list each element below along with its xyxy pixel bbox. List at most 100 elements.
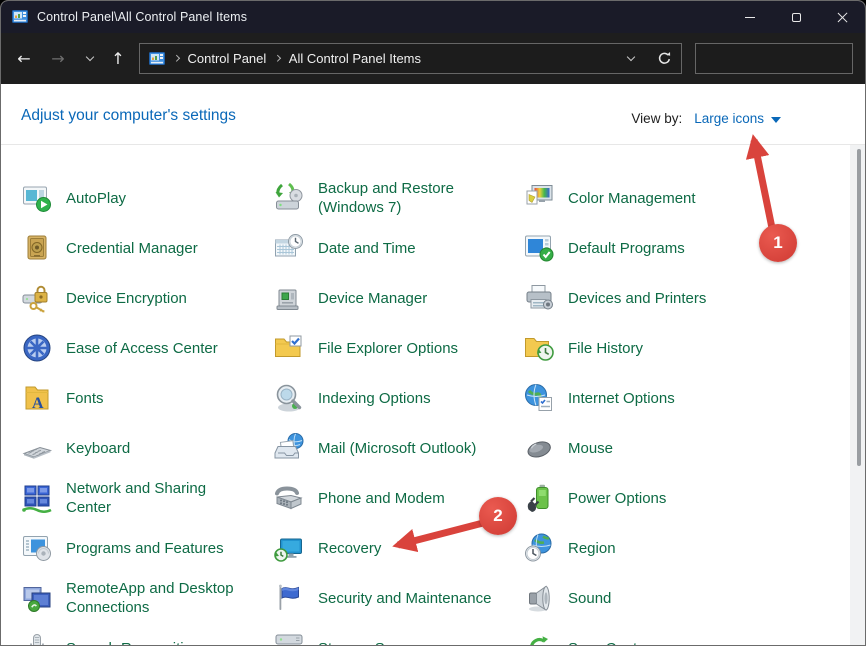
control-panel-item[interactable]: Device Manager xyxy=(273,273,523,323)
control-panel-item[interactable]: Device Encryption xyxy=(21,273,271,323)
control-panel-item[interactable]: Programs and Features xyxy=(21,523,271,573)
control-panel-item[interactable]: Ease of Access Center xyxy=(21,323,271,373)
items-column-1: AutoPlay Credential Manager Device Encrypt… xyxy=(21,173,271,646)
keyboard-icon xyxy=(21,432,53,464)
item-label: Internet Options xyxy=(568,389,675,408)
items-column-2: Backup and Restore (Windows 7) Date and T… xyxy=(273,173,523,646)
address-dropdown-button[interactable] xyxy=(622,57,640,60)
control-panel-item[interactable]: Storage Spaces xyxy=(273,623,523,646)
minimize-button[interactable] xyxy=(727,1,773,33)
breadcrumb-item-all-items[interactable]: All Control Panel Items xyxy=(289,51,421,66)
item-label: Sound xyxy=(568,589,611,608)
back-button[interactable]: ← xyxy=(9,43,39,74)
control-panel-item[interactable]: Credential Manager xyxy=(21,223,271,273)
item-label: Power Options xyxy=(568,489,666,508)
date-time-icon xyxy=(273,232,305,264)
close-button[interactable] xyxy=(819,1,865,33)
control-panel-item[interactable]: Internet Options xyxy=(523,373,773,423)
control-panel-item[interactable]: File Explorer Options xyxy=(273,323,523,373)
recent-locations-button[interactable] xyxy=(75,43,105,74)
control-panel-item[interactable]: Speech Recognition xyxy=(21,623,271,646)
arrow-up-icon: ↑ xyxy=(111,49,124,68)
default-programs-icon xyxy=(523,232,555,264)
control-panel-item[interactable]: Color Management xyxy=(523,173,773,223)
item-label: Security and Maintenance xyxy=(318,589,491,608)
item-label: Network and Sharing Center xyxy=(66,479,206,517)
control-panel-item[interactable]: Region xyxy=(523,523,773,573)
item-label: Sync Center xyxy=(568,639,651,646)
chevron-down-icon xyxy=(627,53,635,61)
svg-text:A: A xyxy=(32,395,44,412)
control-panel-item[interactable]: Keyboard xyxy=(21,423,271,473)
control-panel-item[interactable]: Security and Maintenance xyxy=(273,573,523,623)
view-by-dropdown[interactable]: Large icons xyxy=(694,111,781,126)
control-panel-item[interactable]: File History xyxy=(523,323,773,373)
storage-spaces-icon xyxy=(273,632,305,646)
view-by-value: Large icons xyxy=(694,111,764,126)
up-button[interactable]: ↑ xyxy=(103,43,133,74)
page-header: Adjust your computer's settings View by:… xyxy=(1,84,865,145)
control-panel-item[interactable]: Network and Sharing Center xyxy=(21,473,271,523)
control-panel-item[interactable]: Default Programs xyxy=(523,223,773,273)
forward-button[interactable]: → xyxy=(43,43,73,74)
color-management-icon xyxy=(523,182,555,214)
control-panel-item[interactable]: Mouse xyxy=(523,423,773,473)
refresh-icon xyxy=(657,51,672,66)
mouse-icon xyxy=(523,432,555,464)
item-label: Region xyxy=(568,539,616,558)
item-label: Credential Manager xyxy=(66,239,198,258)
credential-manager-icon xyxy=(21,232,53,264)
window-title: Control Panel\All Control Panel Items xyxy=(37,10,247,24)
address-bar[interactable]: Control Panel All Control Panel Items xyxy=(139,43,682,74)
item-label: Storage Spaces xyxy=(318,639,425,646)
control-panel-item[interactable]: Devices and Printers xyxy=(523,273,773,323)
remoteapp-icon xyxy=(21,582,53,614)
control-panel-item[interactable]: Mail (Microsoft Outlook) xyxy=(273,423,523,473)
item-label: Speech Recognition xyxy=(66,639,200,646)
control-panel-item[interactable]: Sync Center xyxy=(523,623,773,646)
item-label: Mail (Microsoft Outlook) xyxy=(318,439,476,458)
phone-modem-icon xyxy=(273,482,305,514)
item-label: Date and Time xyxy=(318,239,416,258)
breadcrumb-item-control-panel[interactable]: Control Panel xyxy=(188,51,267,66)
control-panel-item[interactable]: A Fonts xyxy=(21,373,271,423)
control-panel-item[interactable]: AutoPlay xyxy=(21,173,271,223)
sound-icon xyxy=(523,582,555,614)
item-label: Device Manager xyxy=(318,289,427,308)
fonts-icon: A xyxy=(21,382,53,414)
control-panel-item[interactable]: Date and Time xyxy=(273,223,523,273)
maximize-button[interactable] xyxy=(773,1,819,33)
search-box xyxy=(695,43,853,74)
item-label: Fonts xyxy=(66,389,104,408)
scrollbar-thumb[interactable] xyxy=(857,149,861,466)
network-sharing-icon xyxy=(21,482,53,514)
item-label: RemoteApp and Desktop Connections xyxy=(66,579,234,617)
power-options-icon xyxy=(523,482,555,514)
item-label: Ease of Access Center xyxy=(66,339,218,358)
refresh-button[interactable] xyxy=(657,51,672,66)
items-column-3: Color ManagementDefault ProgramsDevices … xyxy=(523,173,773,646)
item-label: Keyboard xyxy=(66,439,130,458)
titlebar: Control Panel\All Control Panel Items xyxy=(1,1,865,33)
close-icon xyxy=(837,12,848,23)
backup-restore-icon xyxy=(273,182,305,214)
item-label: Mouse xyxy=(568,439,613,458)
maximize-icon xyxy=(792,13,801,22)
control-panel-item[interactable]: RemoteApp and Desktop Connections xyxy=(21,573,271,623)
ease-of-access-icon xyxy=(21,332,53,364)
control-panel-item[interactable]: Recovery xyxy=(273,523,523,573)
control-panel-item[interactable]: Backup and Restore (Windows 7) xyxy=(273,173,523,223)
search-input[interactable] xyxy=(696,51,866,66)
control-panel-icon xyxy=(149,51,165,67)
control-panel-item[interactable]: Phone and Modem xyxy=(273,473,523,523)
device-encryption-icon xyxy=(21,282,53,314)
page-title: Adjust your computer's settings xyxy=(21,107,236,125)
control-panel-item[interactable]: Sound xyxy=(523,573,773,623)
minimize-icon xyxy=(745,17,755,18)
item-label: AutoPlay xyxy=(66,189,126,208)
control-panel-item[interactable]: Power Options xyxy=(523,473,773,523)
breadcrumb-separator-icon xyxy=(274,55,280,61)
breadcrumb-separator-icon xyxy=(173,55,179,61)
control-panel-item[interactable]: Indexing Options xyxy=(273,373,523,423)
view-by-label: View by: xyxy=(631,111,682,126)
